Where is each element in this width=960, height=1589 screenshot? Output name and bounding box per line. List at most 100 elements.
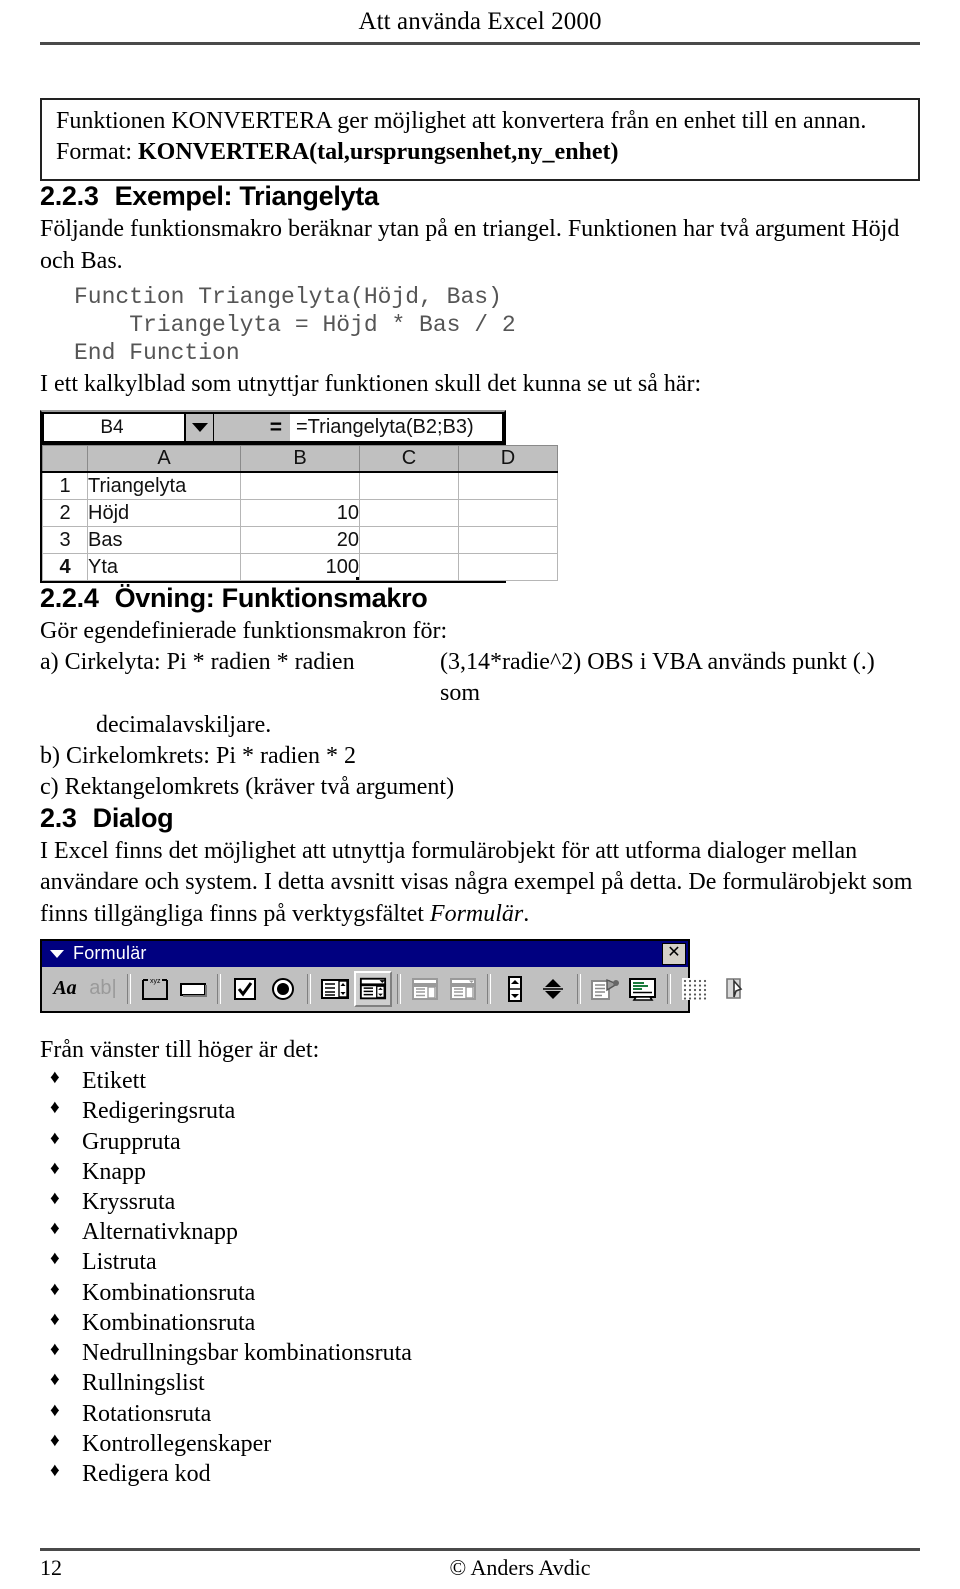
excel-column-header-row: A B C D (42, 445, 558, 474)
excel-equals-button[interactable]: = (214, 412, 290, 444)
button-icon[interactable] (174, 971, 212, 1007)
excel-cell-a2[interactable]: Höjd (87, 499, 241, 528)
list-item: Gruppruta (40, 1127, 920, 1157)
page-footer: 12 © Anders Avdic (40, 1548, 920, 1581)
spinner-icon-svg (543, 978, 563, 999)
copyright-notice: © Anders Avdic (449, 1555, 591, 1580)
excel-cell-b3[interactable]: 20 (240, 526, 360, 555)
excel-cell-a3[interactable]: Bas (87, 526, 241, 555)
heading-2-2-3-number: 2.2.3 (40, 181, 99, 212)
excel-row-header-1[interactable]: 1 (42, 471, 88, 501)
heading-2-2-3: 2.2.3 Exempel: Triangelyta (40, 181, 920, 212)
control-properties-icon-svg (591, 978, 619, 1000)
excel-cell-c4[interactable] (359, 553, 459, 582)
excel-cell-a1[interactable]: Triangelyta (87, 471, 241, 501)
excel-row-header-3[interactable]: 3 (42, 526, 88, 555)
toolbar-separator (487, 973, 491, 1004)
edit-box-icon-glyph: ab| (89, 977, 117, 1000)
combo-box-icon[interactable] (354, 970, 392, 1007)
combination-drop-down-edit-icon[interactable] (444, 971, 482, 1007)
exercise-item-a-right: (3,14*radie^2) OBS i VBA används punkt (… (440, 649, 875, 707)
excel-column-header-d[interactable]: D (458, 445, 558, 474)
excel-cell-b4[interactable]: 100 (240, 553, 360, 582)
list-item: Kombinationsruta (40, 1308, 920, 1338)
edit-code-icon[interactable] (624, 971, 662, 1007)
excel-column-header-a[interactable]: A (87, 445, 241, 474)
excel-cell-a4[interactable]: Yta (87, 553, 241, 582)
control-properties-icon[interactable] (586, 971, 624, 1007)
combination-list-edit-icon[interactable] (406, 971, 444, 1007)
close-icon[interactable]: ✕ (662, 942, 686, 965)
list-item: Etikett (40, 1066, 920, 1096)
section-2-3-paragraph: I Excel finns det möjlighet att utnyttja… (40, 836, 920, 930)
edit-code-icon-svg (629, 977, 656, 1001)
combination-drop-down-edit-icon-svg (450, 977, 476, 1000)
header-rule (40, 41, 920, 45)
svg-text:xyz: xyz (150, 978, 161, 985)
document-page: Att använda Excel 2000 Funktionen KONVER… (0, 0, 960, 1589)
excel-row-header-2[interactable]: 2 (42, 499, 88, 528)
list-item: Kombinationsruta (40, 1278, 920, 1308)
excel-cell-d1[interactable] (458, 471, 558, 501)
toggle-grid-icon-svg (682, 977, 708, 1000)
button-icon-svg (180, 982, 207, 997)
run-dialog-icon[interactable] (714, 971, 752, 1007)
exercise-item-a: a) Cirkelyta: Pi * radien * radien (3,14… (40, 647, 920, 709)
edit-box-icon[interactable]: ab| (84, 971, 122, 1007)
label-icon[interactable]: Aa (46, 971, 84, 1007)
label-icon-glyph: Aa (53, 977, 77, 1000)
excel-column-header-b[interactable]: B (240, 445, 360, 474)
chevron-down-icon[interactable] (184, 414, 214, 442)
option-button-icon[interactable] (264, 971, 302, 1007)
form-object-list: Etikett Redigeringsruta Gruppruta Knapp … (40, 1066, 920, 1489)
exercise-item-a-continued: decimalavskiljare. (96, 711, 272, 738)
check-box-icon-svg (234, 977, 256, 1000)
formular-toolbar-screenshot: Formulär ✕ Aa ab| xyz (40, 938, 743, 1013)
list-item: Rotationsruta (40, 1399, 920, 1429)
excel-cell-d4[interactable] (458, 553, 558, 582)
section-2-3-paragraph-emphasis: Formulär (429, 900, 524, 927)
group-box-icon[interactable]: xyz (136, 971, 174, 1007)
toolbar-separator (307, 973, 311, 1004)
option-button-icon-svg (272, 977, 294, 1000)
table-row: 4 Yta 100 (42, 553, 558, 582)
excel-name-box[interactable]: B4 (42, 412, 214, 444)
excel-column-header-c[interactable]: C (359, 445, 459, 474)
toolbar-separator (397, 973, 401, 1004)
group-box-icon-svg: xyz (142, 978, 168, 1000)
chevron-down-icon[interactable] (50, 949, 64, 958)
object-list-lead-in: Från vänster till höger är det: (40, 1036, 320, 1063)
list-item: Kontrollegenskaper (40, 1429, 920, 1459)
excel-cell-c2[interactable] (359, 499, 459, 528)
table-row: 1 Triangelyta (42, 471, 558, 501)
list-item: Alternativknapp (40, 1217, 920, 1247)
scroll-bar-icon[interactable] (496, 971, 534, 1007)
excel-cell-c3[interactable] (359, 526, 459, 555)
excel-cell-d2[interactable] (458, 499, 558, 528)
combination-list-edit-icon-svg (412, 977, 438, 1000)
excel-formula-bar: B4 = =Triangelyta(B2;B3) (42, 412, 504, 446)
toolbar-title-bar[interactable]: Formulär ✕ (42, 940, 688, 967)
spinner-icon[interactable] (534, 971, 572, 1007)
excel-grid: A B C D 1 Triangelyta 2 Höjd 10 3 Bas 20… (42, 445, 558, 582)
excel-cell-b1[interactable] (240, 471, 360, 501)
excel-formula-input[interactable]: =Triangelyta(B2;B3) (290, 412, 504, 444)
scroll-bar-icon-svg (508, 975, 522, 1002)
note-format-line: Format: KONVERTERA(tal,ursprungsenhet,ny… (56, 137, 904, 169)
excel-cell-c1[interactable] (359, 471, 459, 501)
list-box-icon[interactable] (316, 971, 354, 1007)
toolbar-button-row: Aa ab| xyz (42, 967, 743, 1011)
toggle-grid-icon[interactable] (676, 971, 714, 1007)
excel-cell-b2[interactable]: 10 (240, 499, 360, 528)
list-item: Redigeringsruta (40, 1096, 920, 1126)
excel-cell-d3[interactable] (458, 526, 558, 555)
section-2-2-3-paragraph: Följande funktionsmakro beräknar ytan på… (40, 216, 900, 274)
vba-code-block: Function Triangelyta(Höjd, Bas) Triangel… (74, 283, 516, 366)
check-box-icon[interactable] (226, 971, 264, 1007)
excel-select-all-corner[interactable] (42, 445, 88, 474)
run-dialog-icon-svg (726, 978, 743, 999)
excel-row-header-4[interactable]: 4 (42, 553, 88, 582)
footer-rule (40, 1548, 920, 1551)
exercise-item-c: c) Rektangelomkrets (kräver två argument… (40, 774, 455, 801)
page-number: 12 (40, 1555, 62, 1580)
